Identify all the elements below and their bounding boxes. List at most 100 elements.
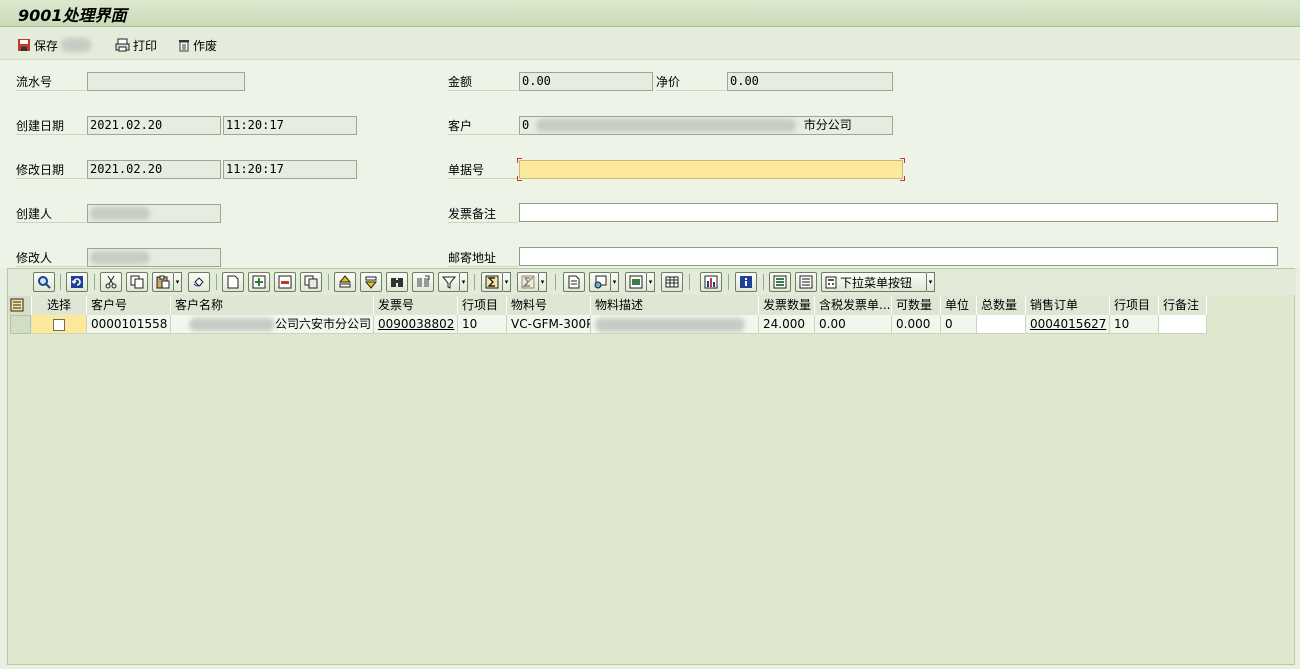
col-header-unit[interactable]: 单位 <box>941 296 977 315</box>
required-marker <box>900 158 905 163</box>
invoice-qty-cell: 24.000 <box>759 315 815 334</box>
redacted-modifier <box>90 251 150 264</box>
sales-order-link[interactable]: 0004015627 <box>1026 315 1110 334</box>
col-header-customer-no[interactable]: 客户号 <box>87 296 171 315</box>
toolbar-separator <box>94 274 95 290</box>
modifier-field[interactable] <box>87 248 221 267</box>
col-header-total-qty[interactable]: 总数量 <box>977 296 1026 315</box>
scissors-icon <box>105 275 117 289</box>
save-button[interactable]: 保存 <box>17 36 92 54</box>
col-header-select[interactable]: 选择 <box>32 296 87 315</box>
views-dropdown[interactable]: ▾ <box>611 272 619 292</box>
col-header-invoice-qty[interactable]: 发票数量 <box>759 296 815 315</box>
deselect-all-button[interactable] <box>795 272 817 292</box>
print-preview-button[interactable] <box>563 272 585 292</box>
magnifier-icon <box>38 276 51 289</box>
print-preview-icon <box>568 275 580 289</box>
modified-date-field[interactable]: 2021.02.20 <box>87 160 221 179</box>
dropdown-menu-arrow[interactable]: ▾ <box>927 272 935 292</box>
select-cell <box>32 315 87 334</box>
toolbar-separator <box>474 274 475 290</box>
col-header-avail-qty[interactable]: 可数量 <box>892 296 941 315</box>
details-button[interactable] <box>33 272 55 292</box>
copy-row-button[interactable] <box>300 272 322 292</box>
select-all-icon <box>773 275 787 289</box>
sort-ascending-button[interactable] <box>334 272 356 292</box>
net-price-field[interactable]: 0.00 <box>727 72 893 91</box>
line-note-cell[interactable] <box>1159 315 1207 334</box>
select-all-button[interactable] <box>769 272 791 292</box>
subtotal-dropdown[interactable]: ▾ <box>539 272 547 292</box>
col-header-unit-price[interactable]: 含税发票单... <box>815 296 892 315</box>
so-line-item-cell: 10 <box>1110 315 1159 334</box>
print-button[interactable]: 打印 <box>115 36 157 54</box>
row-selector[interactable] <box>10 315 31 334</box>
customer-name-visible: 公司六安市分公司 <box>274 317 371 331</box>
total-qty-cell[interactable] <box>977 315 1026 334</box>
insert-row-button[interactable] <box>248 272 270 292</box>
created-time-field[interactable]: 11:20:17 <box>223 116 357 135</box>
delete-row-button[interactable] <box>274 272 296 292</box>
amount-field[interactable]: 0.00 <box>519 72 653 91</box>
col-header-customer-name[interactable]: 客户名称 <box>171 296 374 315</box>
append-row-button[interactable] <box>222 272 244 292</box>
modified-time-field[interactable]: 11:20:17 <box>223 160 357 179</box>
col-header-line-item[interactable]: 行项目 <box>458 296 507 315</box>
sum-dropdown[interactable]: ▾ <box>503 272 511 292</box>
creator-label: 创建人 <box>16 206 86 223</box>
dropdown-menu-button[interactable]: 下拉菜单按钮 <box>821 272 927 292</box>
mail-address-field[interactable] <box>519 247 1278 266</box>
col-header-invoice-no[interactable]: 发票号 <box>374 296 458 315</box>
doc-no-field[interactable] <box>519 160 903 179</box>
filter-dropdown[interactable]: ▾ <box>460 272 468 292</box>
sort-descending-button[interactable] <box>360 272 382 292</box>
toolbar-separator <box>689 274 690 290</box>
serial-no-label: 流水号 <box>16 74 86 91</box>
paste-button[interactable] <box>152 272 174 292</box>
required-marker <box>517 158 522 163</box>
serial-no-field[interactable] <box>87 72 245 91</box>
info-icon <box>740 276 752 288</box>
customer-field[interactable]: 0 市分公司 <box>519 116 893 135</box>
undo-button[interactable] <box>188 272 210 292</box>
subtotal-button[interactable] <box>517 272 539 292</box>
customer-label: 客户 <box>448 118 518 135</box>
col-header-sales-order[interactable]: 销售订单 <box>1026 296 1110 315</box>
find-button[interactable] <box>386 272 408 292</box>
views-button[interactable] <box>589 272 611 292</box>
refresh-button[interactable] <box>66 272 88 292</box>
col-header-material-no[interactable]: 物料号 <box>507 296 591 315</box>
alv-grid: ▾ ▾ ▾ ▾ ▾ ▾ 下拉菜单按钮 ▾ 选择 客户号 客户名称 发票号 行项目… <box>7 268 1296 665</box>
info-button[interactable] <box>735 272 757 292</box>
creator-field[interactable] <box>87 204 221 223</box>
invoice-note-field[interactable] <box>519 203 1278 222</box>
filter-button[interactable] <box>438 272 460 292</box>
delete-row-icon <box>278 275 292 289</box>
layout-button[interactable] <box>661 272 683 292</box>
deselect-all-icon <box>799 275 813 289</box>
col-header-line-note[interactable]: 行备注 <box>1159 296 1207 315</box>
filter-icon <box>442 276 456 289</box>
select-all-rows-icon[interactable] <box>8 296 32 315</box>
export-button[interactable] <box>625 272 647 292</box>
export-icon <box>629 275 643 289</box>
export-dropdown[interactable]: ▾ <box>647 272 655 292</box>
paste-dropdown[interactable]: ▾ <box>174 272 182 292</box>
sum-button[interactable] <box>481 272 503 292</box>
copy-button[interactable] <box>126 272 148 292</box>
col-header-so-line-item[interactable]: 行项目 <box>1110 296 1159 315</box>
col-header-material-desc[interactable]: 物料描述 <box>591 296 759 315</box>
redacted-save-suffix <box>61 38 92 52</box>
amount-label: 金额 <box>448 74 518 91</box>
find-next-button[interactable] <box>412 272 434 292</box>
select-checkbox[interactable] <box>53 318 65 331</box>
graphic-button[interactable] <box>700 272 722 292</box>
refresh-icon <box>71 276 83 288</box>
redacted-customer-name <box>188 318 275 331</box>
created-date-field[interactable]: 2021.02.20 <box>87 116 221 135</box>
cut-button[interactable] <box>100 272 122 292</box>
invoice-no-link[interactable]: 0090038802 <box>374 315 458 334</box>
void-button[interactable]: 作废 <box>178 36 217 54</box>
unit-price-cell: 0.00 <box>815 315 892 334</box>
void-label: 作废 <box>193 38 218 53</box>
